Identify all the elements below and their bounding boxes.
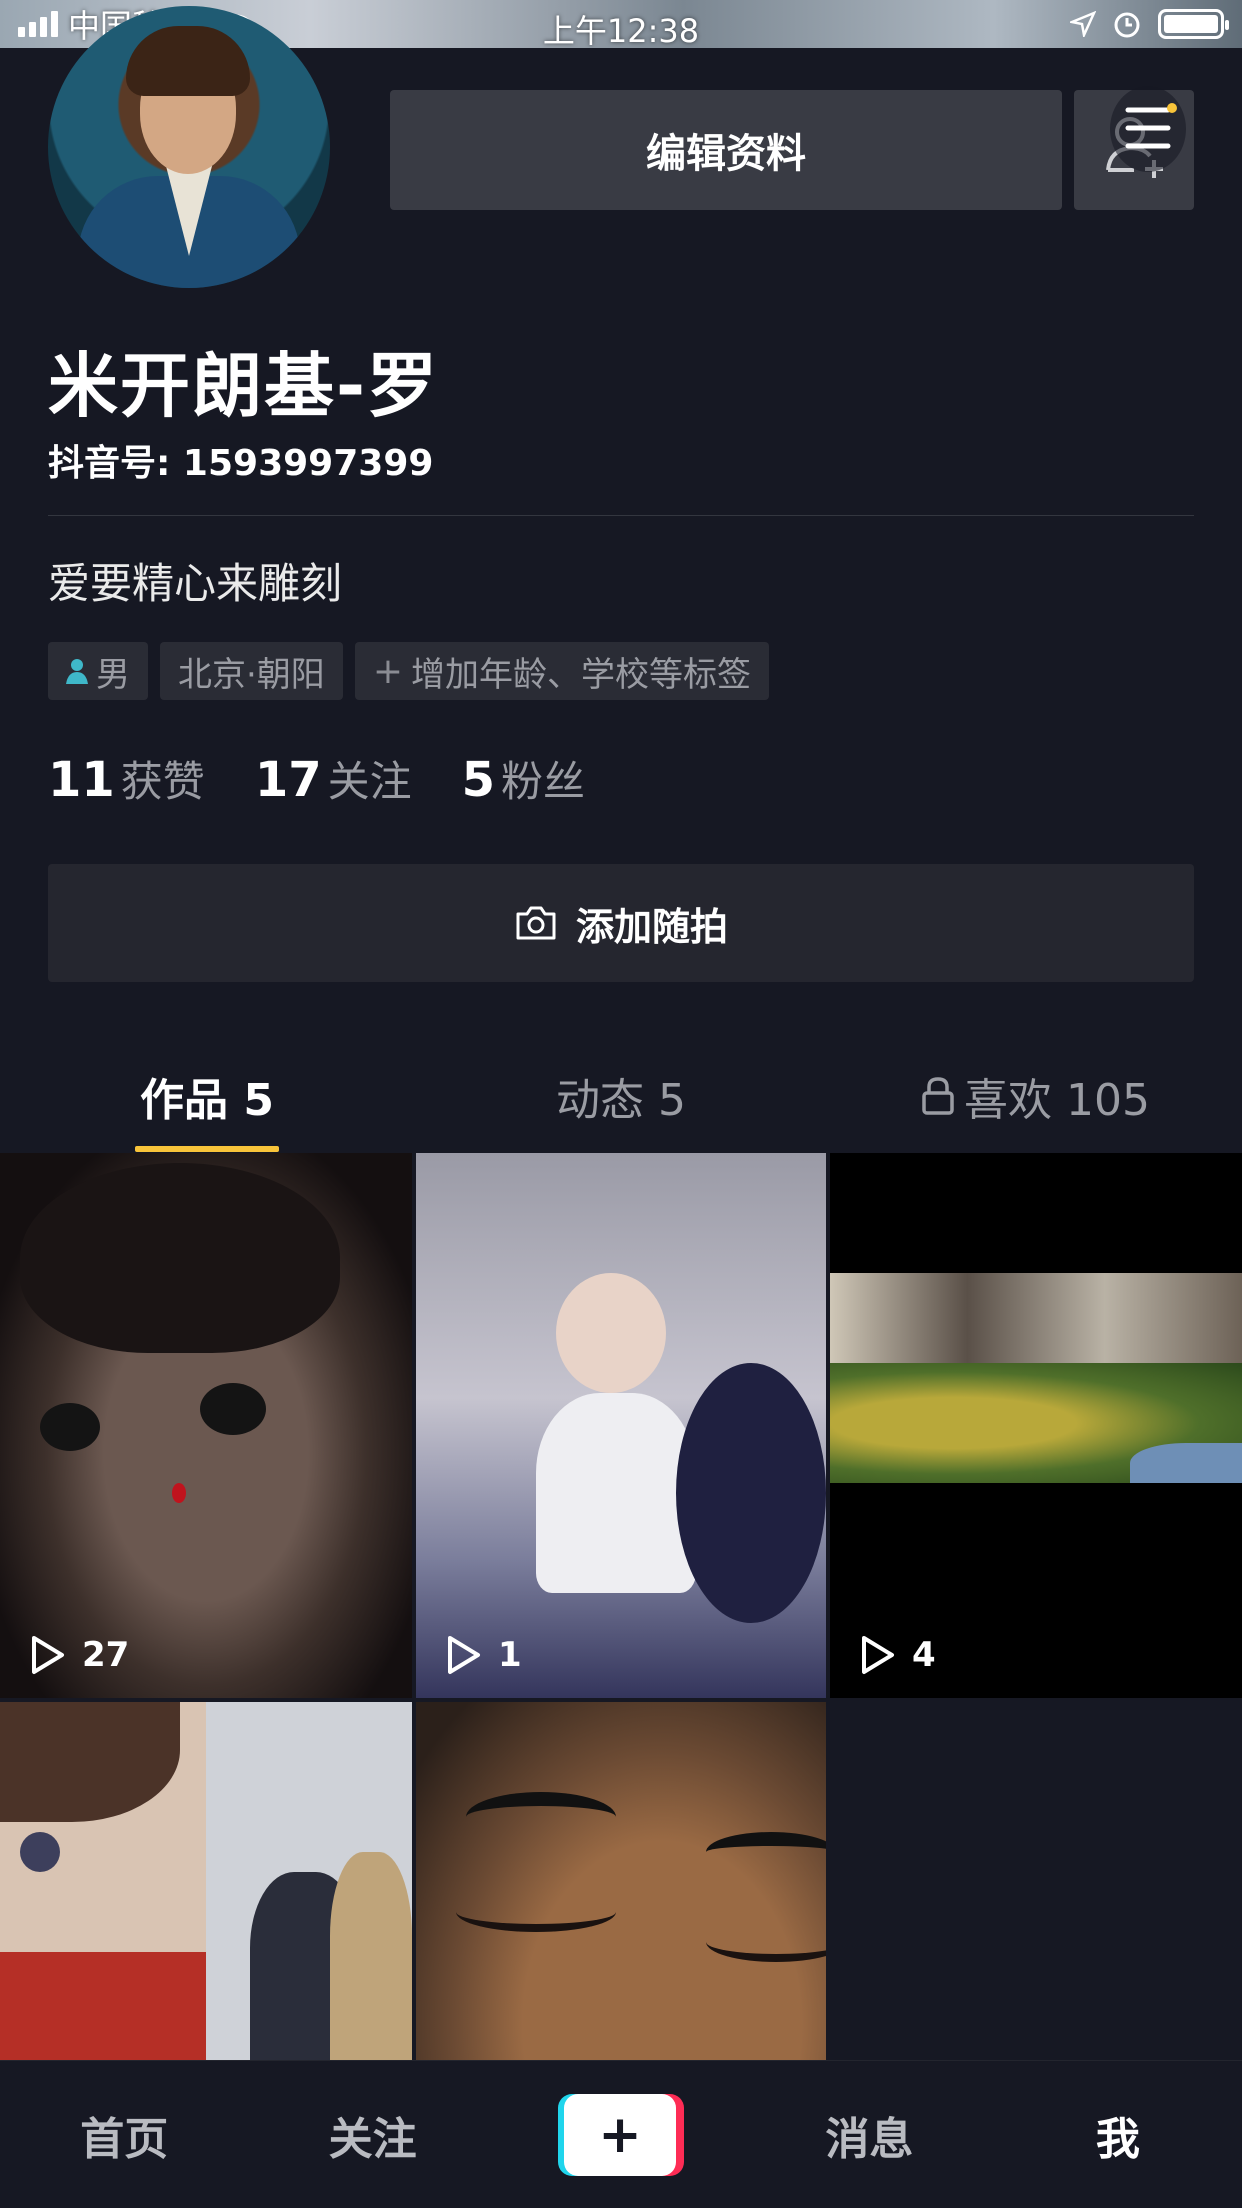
- edit-profile-button[interactable]: 编辑资料: [390, 90, 1062, 210]
- tab-likes[interactable]: 喜欢 105: [828, 1040, 1242, 1152]
- play-count: 4: [858, 1634, 936, 1676]
- active-tab-indicator: [135, 1146, 279, 1152]
- content-tabs: 作品 5 动态 5 喜欢 105: [0, 1040, 1242, 1152]
- followers-count: 5: [461, 752, 496, 808]
- play-count: 1: [444, 1634, 522, 1676]
- likes-label: 获赞: [120, 757, 205, 806]
- avatar[interactable]: [48, 6, 330, 288]
- followers-label: 粉丝: [501, 757, 586, 806]
- followers-stat[interactable]: 5 粉丝: [462, 748, 585, 809]
- video-thumbnail[interactable]: 27: [0, 1153, 412, 1698]
- bottom-nav: 首页 关注 + 消息 我: [0, 2060, 1242, 2208]
- tab-works-label: 作品 5: [140, 1075, 274, 1126]
- location-label: 北京·朝阳: [178, 654, 325, 695]
- battery-icon: [1158, 9, 1229, 39]
- menu-button[interactable]: [1110, 86, 1186, 172]
- nav-follow[interactable]: 关注: [248, 2103, 496, 2167]
- likes-stat[interactable]: 11 获赞: [48, 748, 205, 809]
- video-thumbnail[interactable]: [416, 1702, 826, 2060]
- hamburger-menu-icon: [1125, 103, 1177, 149]
- following-label: 关注: [327, 757, 412, 806]
- divider: [48, 515, 1194, 516]
- play-icon: [862, 1636, 894, 1674]
- bio[interactable]: 爱要精心来雕刻: [48, 550, 342, 611]
- add-snapshot-label: 添加随拍: [575, 904, 728, 949]
- lock-icon: [922, 1077, 954, 1115]
- tab-moments[interactable]: 动态 5: [414, 1040, 828, 1152]
- plus-icon: +: [372, 650, 403, 692]
- username: 米开朗基-罗: [48, 345, 440, 427]
- tab-works[interactable]: 作品 5: [0, 1040, 414, 1152]
- play-icon: [32, 1636, 64, 1674]
- add-tag-label: 增加年龄、学校等标签: [410, 654, 751, 695]
- video-thumbnail[interactable]: 1: [416, 1153, 826, 1698]
- douyin-id[interactable]: 抖音号: 1593997399: [48, 434, 433, 486]
- camera-icon: [516, 906, 556, 940]
- following-count: 17: [254, 752, 322, 808]
- following-stat[interactable]: 17 关注: [255, 748, 412, 809]
- video-thumbnail[interactable]: [0, 1702, 412, 2060]
- likes-count: 11: [48, 752, 115, 808]
- play-count: 27: [28, 1634, 129, 1676]
- play-count-value: 4: [912, 1635, 936, 1675]
- video-thumbnail[interactable]: 4: [830, 1153, 1242, 1698]
- person-icon: [66, 659, 88, 684]
- profile-stats: 11 获赞 17 关注 5 粉丝: [48, 748, 585, 809]
- add-snapshot-button[interactable]: 添加随拍: [48, 864, 1194, 982]
- add-tag-button[interactable]: + 增加年龄、学校等标签: [354, 642, 769, 700]
- gender-tag[interactable]: 男: [48, 642, 148, 700]
- nav-create[interactable]: +: [497, 2093, 745, 2176]
- create-button[interactable]: +: [558, 2093, 685, 2176]
- nav-home[interactable]: 首页: [0, 2103, 248, 2167]
- nav-messages[interactable]: 消息: [745, 2103, 993, 2167]
- plus-icon: +: [564, 2093, 677, 2176]
- nav-me[interactable]: 我: [994, 2103, 1242, 2167]
- play-count-value: 1: [498, 1635, 522, 1675]
- profile-tags: 男 北京·朝阳 + 增加年龄、学校等标签: [48, 642, 769, 700]
- gender-label: 男: [96, 654, 130, 695]
- play-icon: [448, 1636, 480, 1674]
- play-count-value: 27: [82, 1635, 130, 1675]
- tab-likes-label: 喜欢 105: [964, 1075, 1150, 1126]
- tab-moments-label: 动态 5: [556, 1075, 686, 1126]
- location-tag[interactable]: 北京·朝阳: [160, 642, 343, 700]
